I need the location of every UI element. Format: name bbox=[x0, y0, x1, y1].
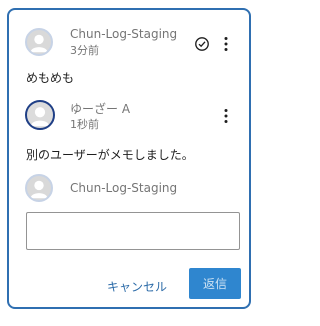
avatar bbox=[25, 174, 53, 202]
avatar bbox=[25, 100, 55, 130]
comment-text: 別のユーザーがメモしました。 bbox=[26, 148, 194, 162]
comment-text: めもめも bbox=[26, 71, 75, 85]
user-silhouette-icon bbox=[30, 180, 48, 199]
reply-input[interactable] bbox=[26, 212, 240, 250]
comment-time: 3分前 bbox=[70, 44, 99, 57]
user-silhouette-icon bbox=[30, 107, 50, 127]
comment-options-button[interactable] bbox=[219, 107, 233, 125]
check-circle-icon bbox=[195, 37, 209, 51]
comment-thread-card: Chun-Log-Staging 3分前 めもめも ゆーざー A 1秒前 別のユ… bbox=[7, 8, 251, 309]
cancel-button[interactable]: キャンセル bbox=[101, 272, 173, 300]
avatar bbox=[25, 28, 53, 56]
comment-options-button[interactable] bbox=[219, 35, 233, 53]
more-vertical-icon bbox=[224, 109, 228, 123]
more-vertical-icon bbox=[224, 37, 228, 51]
comment-time: 1秒前 bbox=[70, 118, 99, 131]
resolve-button[interactable] bbox=[193, 35, 211, 53]
user-silhouette-icon bbox=[30, 34, 48, 53]
comment-author: ゆーざー A bbox=[70, 102, 131, 116]
reply-author: Chun-Log-Staging bbox=[70, 181, 178, 195]
reply-button[interactable]: 返信 bbox=[189, 268, 241, 299]
comment-author: Chun-Log-Staging bbox=[70, 27, 178, 41]
